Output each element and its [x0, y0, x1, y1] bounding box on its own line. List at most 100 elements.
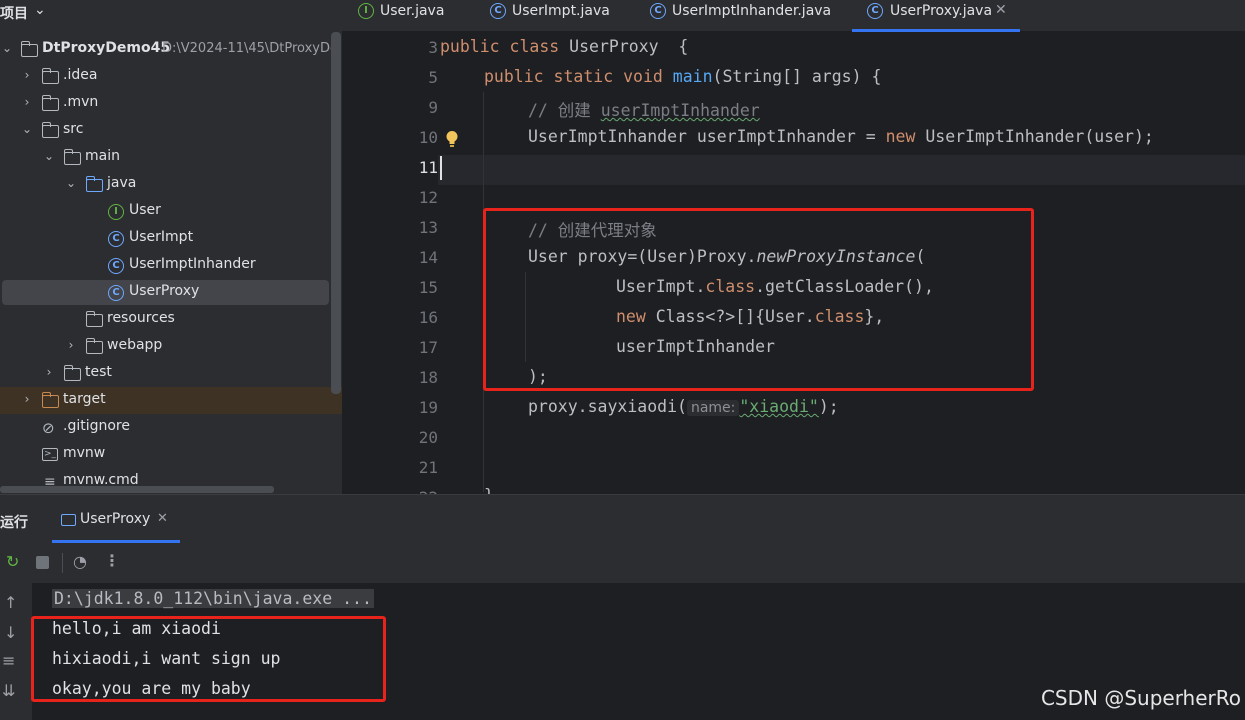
tab-userimpt-java[interactable]: C UserImpt.java — [488, 0, 628, 32]
tree-item-target[interactable]: › target — [0, 387, 342, 414]
line-number: 18 — [418, 368, 438, 387]
chevron-down-icon[interactable]: ⌄ — [20, 121, 34, 137]
tab-userimptinhander-java[interactable]: C UserImptInhander.java — [648, 0, 848, 32]
tree-item-label: main — [85, 148, 120, 164]
current-line-highlight — [342, 155, 1245, 185]
project-horizontal-scrollbar[interactable] — [0, 486, 274, 493]
run-tab-userproxy[interactable]: UserProxy ✕ — [52, 503, 180, 543]
tree-item-label: resources — [107, 310, 175, 326]
folder-icon — [41, 95, 59, 111]
tab-label: UserProxy.java — [890, 3, 993, 19]
tab-label: User.java — [380, 3, 445, 19]
line-number: 12 — [418, 188, 438, 207]
tree-item-label: UserImpt — [129, 229, 194, 245]
rerun-icon[interactable]: ↻ — [6, 552, 19, 571]
tree-item-label: src — [63, 121, 84, 137]
code-line-9: // 创建 userImptInhander — [528, 101, 760, 120]
tree-item-label: DtProxyDemo45 — [42, 40, 171, 56]
line-number: 20 — [418, 428, 438, 447]
tab-user-java[interactable]: I User.java — [356, 0, 476, 32]
folder-icon — [41, 122, 59, 138]
up-arrow-icon[interactable]: ↑ — [4, 593, 17, 612]
tab-label: UserImptInhander.java — [672, 3, 832, 19]
tree-item-label: test — [85, 364, 112, 380]
highlight-box-console — [31, 616, 386, 702]
close-icon[interactable]: ✕ — [157, 511, 168, 526]
chevron-down-icon[interactable]: ⌄ — [64, 175, 78, 191]
down-arrow-icon[interactable]: ↓ — [4, 623, 17, 642]
tree-item-label: User — [129, 202, 161, 218]
class-icon: C — [490, 3, 506, 19]
line-number: 5 — [428, 68, 438, 87]
tree-item-java[interactable]: ⌄ java — [0, 171, 342, 198]
close-icon[interactable]: ✕ — [995, 2, 1007, 18]
class-icon: C — [108, 285, 124, 301]
tree-item-main[interactable]: ⌄ main — [0, 144, 342, 171]
console-side-toolbar: ↑ ↓ ≡ ⇊ — [0, 583, 32, 720]
lightbulb-icon[interactable] — [445, 130, 459, 148]
project-title[interactable]: 项目 — [0, 3, 28, 23]
excluded-folder-icon — [41, 392, 59, 408]
line-number: 3 — [428, 38, 438, 57]
scroll-to-end-icon[interactable]: ⇊ — [2, 681, 15, 700]
tree-item-mvnw[interactable]: >_ mvnw — [0, 441, 342, 468]
run-panel-title: 运行 — [0, 515, 28, 531]
chevron-right-icon[interactable]: › — [64, 337, 78, 353]
run-config-icon — [61, 514, 76, 526]
tree-item-label: .mvn — [63, 94, 99, 110]
chevron-right-icon[interactable]: › — [42, 364, 56, 380]
run-tab-label: UserProxy — [80, 511, 151, 527]
tree-item-project-root[interactable]: ⌄ DtProxyDemo45 D:\V2024-11\45\DtProxyDe — [0, 36, 342, 63]
dump-threads-icon[interactable]: ◔ — [73, 552, 87, 571]
chevron-right-icon[interactable]: › — [20, 391, 34, 407]
tree-item-webapp[interactable]: › webapp — [0, 333, 342, 360]
tree-item-mvn[interactable]: › .mvn — [0, 90, 342, 117]
chevron-right-icon[interactable]: › — [20, 67, 34, 83]
code-line-19: proxy.sayxiaodi(name: "xiaodi"); — [528, 397, 839, 416]
line-number: 9 — [428, 98, 438, 117]
chevron-down-icon[interactable]: ⌄ — [0, 40, 14, 56]
chevron-right-icon[interactable]: › — [20, 94, 34, 110]
tree-item-src[interactable]: ⌄ src — [0, 117, 342, 144]
tree-item-userimptinhander[interactable]: C UserImptInhander — [0, 252, 342, 279]
editor-tab-bar: I User.java C UserImpt.java C UserImptIn… — [342, 0, 1245, 32]
class-icon: C — [108, 258, 124, 274]
folder-icon — [63, 149, 81, 165]
tree-item-userimpt[interactable]: C UserImpt — [0, 225, 342, 252]
chevron-down-icon[interactable]: ⌄ — [34, 2, 46, 18]
project-header[interactable]: 项目 ⌄ — [0, 0, 342, 24]
class-icon: C — [650, 3, 666, 19]
line-number: 17 — [418, 338, 438, 357]
code-line-3: public class UserProxy { — [440, 37, 689, 56]
project-vertical-scrollbar[interactable] — [331, 32, 341, 394]
chevron-down-icon[interactable]: ⌄ — [42, 148, 56, 164]
tree-item-resources[interactable]: resources — [0, 306, 342, 333]
tree-item-path: D:\V2024-11\45\DtProxyDe — [162, 41, 339, 56]
line-number: 14 — [418, 248, 438, 267]
class-icon: C — [108, 231, 124, 247]
terminal-file-icon: >_ — [42, 448, 58, 461]
highlight-box-code — [483, 208, 1034, 391]
line-number: 10 — [418, 128, 438, 147]
project-panel: 项目 ⌄ ⌄ DtProxyDemo45 D:\V2024-11\45\DtPr… — [0, 0, 342, 494]
line-number: 19 — [418, 398, 438, 417]
resources-folder-icon — [85, 311, 103, 327]
tree-item-user[interactable]: I User — [0, 198, 342, 225]
tab-userproxy-java[interactable]: C UserProxy.java ✕ — [852, 0, 1020, 32]
soft-wrap-icon[interactable]: ≡ — [2, 651, 15, 670]
tree-item-idea[interactable]: › .idea — [0, 63, 342, 90]
tree-item-userproxy[interactable]: C UserProxy — [0, 279, 342, 306]
tree-item-label: webapp — [107, 337, 163, 353]
folder-icon — [20, 41, 38, 57]
code-line-10: UserImptInhander userImptInhander = new … — [528, 127, 1154, 146]
folder-icon — [41, 68, 59, 84]
run-toolbar: ↻ ◔ ⋮ — [0, 545, 1245, 581]
tree-item-label: UserProxy — [129, 283, 200, 299]
line-number: 15 — [418, 278, 438, 297]
tree-item-test[interactable]: › test — [0, 360, 342, 387]
tree-item-label: .idea — [63, 67, 98, 83]
stop-icon[interactable] — [36, 556, 49, 569]
code-line-22: } — [484, 486, 494, 494]
tree-item-gitignore[interactable]: ⊘ .gitignore — [0, 414, 342, 441]
more-options-icon[interactable]: ⋮ — [104, 551, 120, 570]
